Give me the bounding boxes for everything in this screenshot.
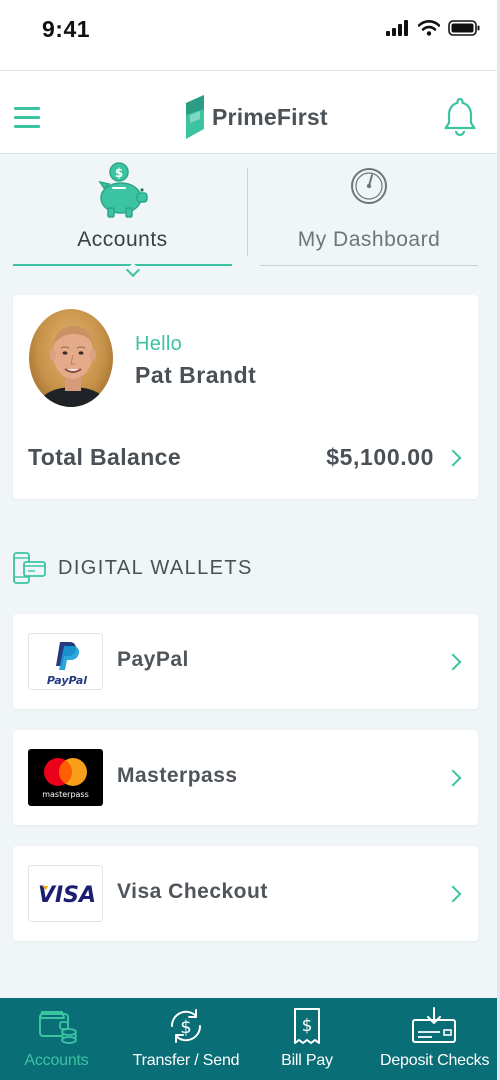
balance-label: Total Balance [28, 444, 182, 470]
chevron-right-icon [444, 449, 462, 467]
wifi-icon [418, 20, 440, 36]
wallet-name: PayPal [117, 648, 189, 671]
avatar-photo [39, 325, 107, 407]
wallet-item-paypal[interactable]: PayPal PayPal [13, 614, 478, 709]
tab-accounts[interactable]: $ Accounts [13, 154, 232, 278]
wallet-item-masterpass[interactable]: masterpass Masterpass [13, 730, 478, 825]
primefirst-logo-icon [186, 95, 204, 139]
chevron-right-icon [444, 769, 462, 787]
wallet-name: Visa Checkout [117, 880, 268, 903]
app-logo: PrimeFirst [186, 95, 328, 139]
bill-receipt-icon: $ [294, 1008, 320, 1044]
speedometer-icon [351, 168, 387, 204]
digital-wallet-icon [13, 552, 46, 584]
paypal-logo: PayPal [28, 633, 103, 690]
status-bar: 9:41 [0, 0, 500, 70]
paypal-logo-icon: PayPal [47, 641, 87, 687]
tab-my-dashboard[interactable]: My Dashboard [260, 154, 478, 266]
tab-bar: $ Accounts My Dashboard [0, 154, 497, 278]
active-tab-indicator [125, 262, 141, 278]
tab-label: My Dashboard [297, 228, 441, 251]
main-content: $ Accounts My Dashboard Hello Pat Brandt… [0, 154, 497, 998]
chevron-right-icon [444, 653, 462, 671]
status-icons [386, 20, 480, 36]
battery-icon [448, 20, 480, 36]
svg-text:$: $ [180, 1017, 191, 1038]
nav-label: Accounts [24, 1052, 89, 1069]
section-header-digital-wallets: DIGITAL WALLETS [13, 551, 253, 585]
profile-card: Hello Pat Brandt Total Balance $5,100.00 [13, 295, 478, 499]
deposit-check-icon [412, 1007, 456, 1043]
piggy-bank-icon: $ [97, 162, 148, 218]
masterpass-logo-icon: masterpass [42, 758, 89, 799]
visa-logo: VISA [28, 865, 103, 922]
masterpass-logo: masterpass [28, 749, 103, 806]
transfer-dollar-icon: $ [170, 1009, 202, 1043]
nav-label: Bill Pay [281, 1052, 333, 1069]
chevron-right-icon [444, 885, 462, 903]
nav-accounts[interactable]: Accounts [0, 998, 113, 1080]
svg-text:$: $ [114, 166, 122, 180]
svg-text:PayPal: PayPal [47, 674, 87, 687]
greeting-text: Hello [135, 333, 183, 355]
nav-deposit-checks[interactable]: Deposit Checks [380, 998, 490, 1080]
menu-icon[interactable] [14, 107, 40, 129]
bell-icon[interactable] [444, 97, 476, 137]
wallet-coins-icon [38, 1011, 77, 1044]
avatar[interactable] [29, 309, 113, 407]
svg-text:masterpass: masterpass [42, 790, 89, 799]
svg-text:$: $ [302, 1016, 313, 1036]
tab-divider [247, 168, 248, 256]
nav-transfer-send[interactable]: $ Transfer / Send [125, 998, 247, 1080]
balance-value: $5,100.00 [326, 444, 434, 470]
nav-label: Deposit Checks [380, 1052, 490, 1069]
nav-label: Transfer / Send [132, 1052, 240, 1069]
status-time: 9:41 [42, 16, 91, 42]
nav-bill-pay[interactable]: $ Bill Pay [262, 998, 352, 1080]
wallet-item-visa-checkout[interactable]: VISA Visa Checkout [13, 846, 478, 941]
signal-icon [386, 20, 408, 36]
app-name: PrimeFirst [212, 103, 328, 130]
app-header: PrimeFirst [0, 70, 497, 154]
total-balance-row[interactable]: Total Balance $5,100.00 [13, 440, 478, 478]
user-name: Pat Brandt [135, 362, 257, 388]
visa-logo-icon: VISA [38, 883, 96, 908]
bottom-nav: Accounts $ Transfer / Send $ Bill Pay De… [0, 998, 500, 1080]
wallet-name: Masterpass [117, 764, 238, 787]
tab-label: Accounts [77, 228, 168, 251]
section-title: DIGITAL WALLETS [58, 556, 253, 579]
